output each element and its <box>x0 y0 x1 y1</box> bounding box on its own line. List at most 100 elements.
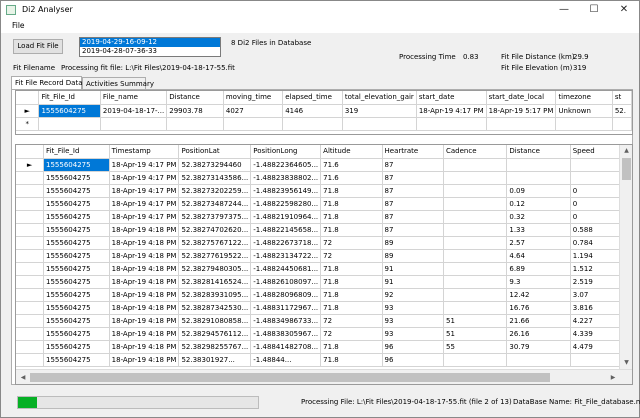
column-header[interactable]: moving_time <box>223 91 284 105</box>
table-cell[interactable]: 1555604275 <box>43 249 110 263</box>
table-cell[interactable]: 4027 <box>223 104 284 118</box>
table-cell[interactable]: 52.38274702620... <box>178 223 252 237</box>
table-cell[interactable] <box>443 171 508 185</box>
table-cell[interactable]: 71.8 <box>320 288 383 302</box>
table-cell[interactable]: 89 <box>382 249 444 263</box>
table-cell[interactable]: -1.48822364605... <box>250 158 322 172</box>
maximize-button[interactable]: ☐ <box>579 1 609 19</box>
scroll-up-arrow-icon[interactable]: ▲ <box>620 147 632 154</box>
table-cell[interactable]: 18-Apr-19 4:18 PM <box>109 288 180 302</box>
table-cell[interactable]: 52.38301927... <box>178 353 252 367</box>
table-cell[interactable]: -1.48822598280... <box>250 197 322 211</box>
row-header[interactable] <box>16 184 45 198</box>
column-header[interactable]: start_date <box>416 91 487 105</box>
table-cell[interactable] <box>166 117 224 131</box>
table-cell[interactable]: 1555604275 <box>43 327 110 341</box>
table-cell[interactable] <box>443 158 508 172</box>
table-cell[interactable]: 52.38277619522... <box>178 249 252 263</box>
table-cell[interactable] <box>443 353 508 367</box>
table-cell[interactable] <box>443 262 508 276</box>
table-cell[interactable]: 1555604275 <box>43 197 110 211</box>
table-cell[interactable]: -1.48838305967... <box>250 327 322 341</box>
table-cell[interactable]: 71.8 <box>320 301 383 315</box>
current-row-marker[interactable]: ► <box>16 158 45 172</box>
table-cell[interactable] <box>443 288 508 302</box>
column-header[interactable]: Distance <box>506 145 571 159</box>
table-cell[interactable]: 18-Apr-19 4:17 PM <box>109 197 180 211</box>
row-header[interactable] <box>16 210 45 224</box>
table-cell[interactable]: 18-Apr-19 4:17 PM <box>416 104 487 118</box>
column-header[interactable]: Distance <box>166 91 224 105</box>
table-cell[interactable] <box>443 301 508 315</box>
table-cell[interactable]: 1555604275 <box>43 340 110 354</box>
table-cell[interactable] <box>443 249 508 263</box>
table-cell[interactable]: 0.09 <box>506 184 571 198</box>
table-cell[interactable]: 18-Apr-19 4:18 PM <box>109 327 180 341</box>
table-cell[interactable]: -1.48822145658... <box>250 223 322 237</box>
row-header[interactable] <box>16 301 45 315</box>
table-cell[interactable]: -1.48841482708... <box>250 340 322 354</box>
table-cell[interactable]: 52.38273143586... <box>178 171 252 185</box>
scroll-thumb[interactable] <box>30 373 550 382</box>
table-cell[interactable]: 71.6 <box>320 171 383 185</box>
table-cell[interactable]: 1555604275 <box>43 171 110 185</box>
table-cell[interactable]: 18-Apr-19 4:18 PM <box>109 301 180 315</box>
table-cell[interactable]: 71.6 <box>320 158 383 172</box>
table-cell[interactable] <box>342 117 417 131</box>
table-cell[interactable]: 93 <box>382 327 444 341</box>
table-cell[interactable]: 1555604275 <box>38 104 101 118</box>
table-cell[interactable]: 51 <box>443 314 508 328</box>
table-row[interactable]: ► 1555604275 2019-04-18-17-... 29903.78 … <box>16 104 632 118</box>
table-cell[interactable]: 4146 <box>282 104 343 118</box>
table-cell[interactable]: 52.38294576112... <box>178 327 252 341</box>
column-header[interactable]: Heartrate <box>382 145 444 159</box>
table-cell[interactable]: 71.8 <box>320 340 383 354</box>
column-header[interactable]: timezone <box>555 91 613 105</box>
scroll-down-arrow-icon[interactable]: ▼ <box>620 359 632 366</box>
table-cell[interactable]: -1.48823838802... <box>250 171 322 185</box>
row-header[interactable] <box>16 314 45 328</box>
table-cell[interactable]: -1.48828096809... <box>250 288 322 302</box>
table-cell[interactable]: 71.8 <box>320 275 383 289</box>
fit-file-list[interactable]: 2019-04-29-16-09-12 2019-04-28-07-36-33 <box>79 37 221 57</box>
table-cell[interactable]: 2019-04-18-17-... <box>100 104 168 118</box>
table-cell[interactable]: 1555604275 <box>43 158 110 172</box>
summary-grid[interactable]: Fit_File_Id File_name Distance moving_ti… <box>15 90 633 135</box>
column-header[interactable]: Cadence <box>443 145 508 159</box>
column-header[interactable]: File_name <box>100 91 168 105</box>
table-cell[interactable]: -1.48844... <box>250 353 322 367</box>
row-header[interactable] <box>16 223 45 237</box>
column-header[interactable]: elapsed_time <box>282 91 343 105</box>
table-cell[interactable]: Unknown <box>555 104 613 118</box>
table-cell[interactable]: 18-Apr-19 4:18 PM <box>109 262 180 276</box>
table-cell[interactable]: 18-Apr-19 4:18 PM <box>109 275 180 289</box>
table-cell[interactable]: 18-Apr-19 4:18 PM <box>109 249 180 263</box>
column-header[interactable]: Fit_File_Id <box>38 91 101 105</box>
table-cell[interactable]: 91 <box>382 275 444 289</box>
table-cell[interactable]: 87 <box>382 184 444 198</box>
column-header[interactable]: Altitude <box>320 145 383 159</box>
table-cell[interactable] <box>443 236 508 250</box>
table-cell[interactable]: 87 <box>382 223 444 237</box>
table-cell[interactable]: 96 <box>382 353 444 367</box>
row-header[interactable] <box>16 171 45 185</box>
table-cell[interactable]: 71.8 <box>320 197 383 211</box>
table-cell[interactable]: 52.38275767122... <box>178 236 252 250</box>
table-cell[interactable]: -1.48823134722... <box>250 249 322 263</box>
table-cell[interactable]: 52.38273202259... <box>178 184 252 198</box>
tab-fit-file-record-data[interactable]: Fit File Record Data <box>11 76 83 90</box>
table-cell[interactable]: 18-Apr-19 4:18 PM <box>109 236 180 250</box>
load-fit-file-button[interactable]: Load Fit File <box>13 39 63 54</box>
row-header[interactable] <box>16 275 45 289</box>
table-cell[interactable] <box>282 117 343 131</box>
table-cell[interactable] <box>100 117 168 131</box>
table-cell[interactable]: 18-Apr-19 4:17 PM <box>109 158 180 172</box>
column-header[interactable]: Fit_File_Id <box>43 145 110 159</box>
column-header[interactable]: start_date_local <box>486 91 557 105</box>
minimize-button[interactable]: — <box>549 1 579 19</box>
table-cell[interactable]: 72 <box>320 327 383 341</box>
table-cell[interactable]: 4.64 <box>506 249 571 263</box>
table-cell[interactable]: 52.38273797375... <box>178 210 252 224</box>
record-vertical-scrollbar[interactable]: ▲ ▼ <box>619 145 632 369</box>
table-cell[interactable]: 52.38279480305... <box>178 262 252 276</box>
